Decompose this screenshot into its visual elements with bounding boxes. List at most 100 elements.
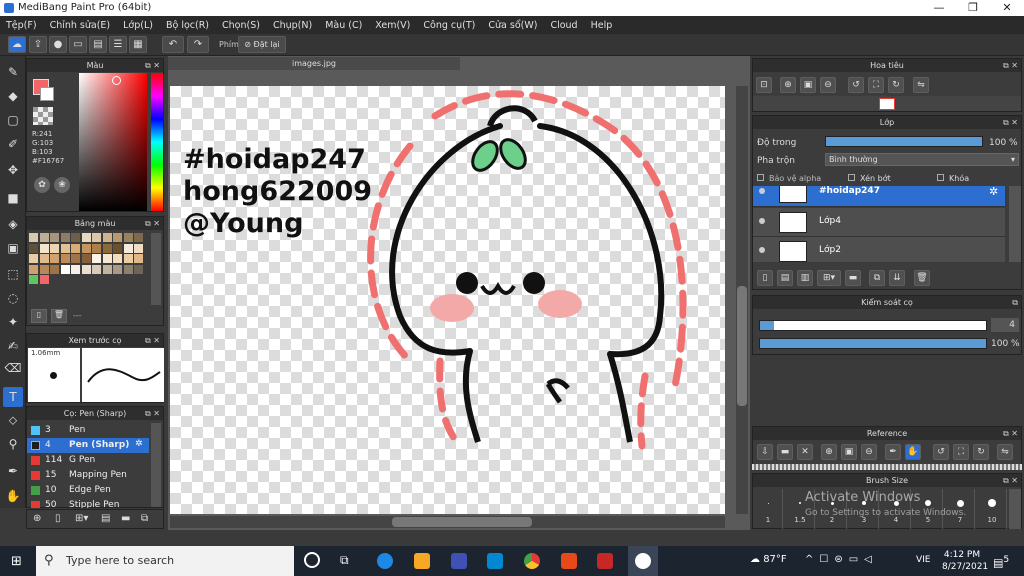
menu-filter[interactable]: Bộ lọc(R) — [166, 20, 209, 31]
rotate-left-icon[interactable]: ↺ — [933, 444, 949, 460]
palette-swatch[interactable] — [60, 254, 70, 263]
rotate-right-icon[interactable]: ↻ — [888, 77, 904, 93]
edge-browser-icon[interactable] — [377, 553, 393, 569]
palette-swatch[interactable] — [134, 254, 143, 263]
panel-controls-icon[interactable]: ⧉ ✕ — [1003, 116, 1018, 129]
palette-swatch[interactable] — [92, 264, 101, 274]
vertical-scrollbar[interactable] — [736, 86, 748, 514]
zoom-fit-icon[interactable]: ⊡ — [756, 77, 772, 93]
brush-tool-icon[interactable]: ✐ — [3, 134, 23, 154]
palette-swatch[interactable] — [71, 254, 80, 263]
palette-swatch[interactable] — [113, 264, 122, 274]
grid-icon[interactable]: ▦ — [129, 36, 147, 53]
brush-size-cell[interactable]: 10 — [977, 489, 1007, 529]
hand-tool-icon[interactable]: ✋ — [3, 486, 23, 506]
flip-icon[interactable]: ⇋ — [913, 77, 929, 93]
zoom-out-icon[interactable]: ⊖ — [820, 77, 836, 93]
maximize-button[interactable]: ❐ — [956, 0, 990, 16]
palette-scrollbar[interactable] — [151, 233, 161, 305]
saturation-value-picker[interactable] — [79, 73, 147, 211]
menu-edit[interactable]: Chỉnh sửa(E) — [50, 20, 111, 31]
gear-icon[interactable]: ✲ — [989, 186, 998, 198]
chat-icon[interactable]: ● — [49, 36, 67, 53]
navigator-preview[interactable] — [753, 96, 1021, 111]
zoom-in-icon[interactable]: ⊕ — [821, 444, 837, 460]
new-file-icon[interactable]: ▯ — [55, 513, 61, 524]
navigator-thumbnail[interactable] — [879, 98, 895, 110]
cloud-download-icon[interactable]: ⇩ — [757, 444, 773, 460]
eye-icon[interactable] — [759, 218, 765, 224]
brush-item[interactable]: 114 G Pen — [27, 453, 149, 468]
copy-dropdown-icon[interactable]: ⊞▾ — [75, 513, 88, 524]
chrome-icon[interactable] — [524, 553, 540, 569]
select-eraser-icon[interactable]: ⌫ — [3, 358, 23, 378]
palette-icon[interactable]: ✿ — [34, 177, 50, 193]
palette-swatch[interactable] — [71, 243, 80, 253]
operation-tool-icon[interactable]: ⬦ — [3, 410, 23, 430]
fit-screen-icon[interactable]: ⛶ — [868, 77, 884, 93]
minimize-button[interactable]: — — [922, 0, 956, 16]
input-language[interactable]: VIE — [916, 555, 931, 565]
brush-item[interactable]: 10 Edge Pen — [27, 483, 149, 498]
palette-swatch[interactable] — [29, 243, 38, 253]
palette-swatch[interactable] — [29, 233, 38, 242]
palette-swatch[interactable] — [102, 264, 112, 274]
palette-swatch[interactable] — [102, 254, 112, 263]
palette-swatch[interactable] — [134, 233, 143, 242]
select-tool-icon[interactable]: ⬚ — [3, 264, 23, 284]
brush-size-cell[interactable]: 1 — [753, 489, 783, 529]
panel-controls-icon[interactable]: ⧉ ✕ — [145, 217, 160, 230]
share-icon[interactable]: ⇪ — [29, 36, 47, 53]
windows-start-icon[interactable]: ⊞ — [11, 554, 22, 569]
new-layer-icon[interactable]: ▯ — [757, 270, 773, 286]
layer-item[interactable]: Lớp2 — [753, 237, 1005, 262]
eye-icon[interactable] — [759, 247, 765, 253]
magic-wand-icon[interactable]: ✦ — [3, 312, 23, 332]
new-8bit-layer-icon[interactable]: ▥ — [797, 270, 813, 286]
add-swatch-icon[interactable]: ▯ — [31, 309, 47, 323]
palette-swatch[interactable] — [102, 233, 112, 242]
panel-controls-icon[interactable]: ⧉ — [1012, 296, 1018, 309]
palette-swatch[interactable] — [50, 264, 59, 274]
palette-swatch[interactable] — [71, 233, 80, 242]
color-picker-cursor[interactable] — [112, 76, 121, 85]
brush-item-selected[interactable]: 4 Pen (Sharp) ✲ — [27, 438, 149, 453]
palette-swatch[interactable] — [113, 243, 122, 253]
taskbar-search[interactable]: ⚲ Type here to search — [36, 546, 294, 576]
clock[interactable]: 4:12 PM 8/27/2021 — [942, 549, 988, 573]
palette-swatch[interactable] — [123, 264, 133, 274]
palette-swatch[interactable] — [102, 243, 112, 253]
comment-icon[interactable]: ▭ — [69, 36, 87, 53]
palette-swatch[interactable] — [39, 264, 49, 274]
color-wheel-icon[interactable]: ❀ — [54, 177, 70, 193]
duplicate-icon[interactable]: ⧉ — [141, 513, 148, 524]
rotate-right-icon[interactable]: ↻ — [973, 444, 989, 460]
zoom-reset-icon[interactable]: ▣ — [800, 77, 816, 93]
panel-controls-icon[interactable]: ⧉ ✕ — [145, 407, 160, 420]
palette-swatch[interactable] — [92, 254, 101, 263]
palette-swatch[interactable] — [60, 264, 70, 274]
winrar-icon[interactable] — [597, 553, 613, 569]
menu-tools[interactable]: Công cụ(T) — [423, 20, 475, 31]
medibang-icon[interactable] — [635, 553, 651, 569]
palette-swatch[interactable] — [81, 254, 91, 263]
palette-swatch[interactable] — [29, 254, 38, 263]
brush-size-scrollbar[interactable] — [1009, 489, 1021, 529]
menu-help[interactable]: Help — [591, 20, 613, 31]
menu-color[interactable]: Màu (C) — [325, 20, 362, 31]
palette-swatch[interactable] — [50, 254, 59, 263]
menu-select[interactable]: Chọn(S) — [222, 20, 260, 31]
horizontal-scroll-thumb[interactable] — [392, 517, 532, 527]
palette-swatch[interactable] — [39, 233, 49, 242]
vertical-scroll-thumb[interactable] — [737, 286, 747, 406]
brush-item[interactable]: 15 Mapping Pen — [27, 468, 149, 483]
fit-screen-icon[interactable]: ⛶ — [953, 444, 969, 460]
flip-icon[interactable]: ⇋ — [997, 444, 1013, 460]
palette-swatch[interactable] — [71, 264, 80, 274]
folder-icon[interactable]: ▬ — [845, 270, 861, 286]
palette-swatch[interactable] — [81, 233, 91, 242]
cloud-icon[interactable]: ☁ — [8, 36, 26, 53]
palette-swatch[interactable] — [113, 233, 122, 242]
new-halftone-layer-icon[interactable]: ▤ — [777, 270, 793, 286]
palette-swatch[interactable] — [123, 233, 133, 242]
